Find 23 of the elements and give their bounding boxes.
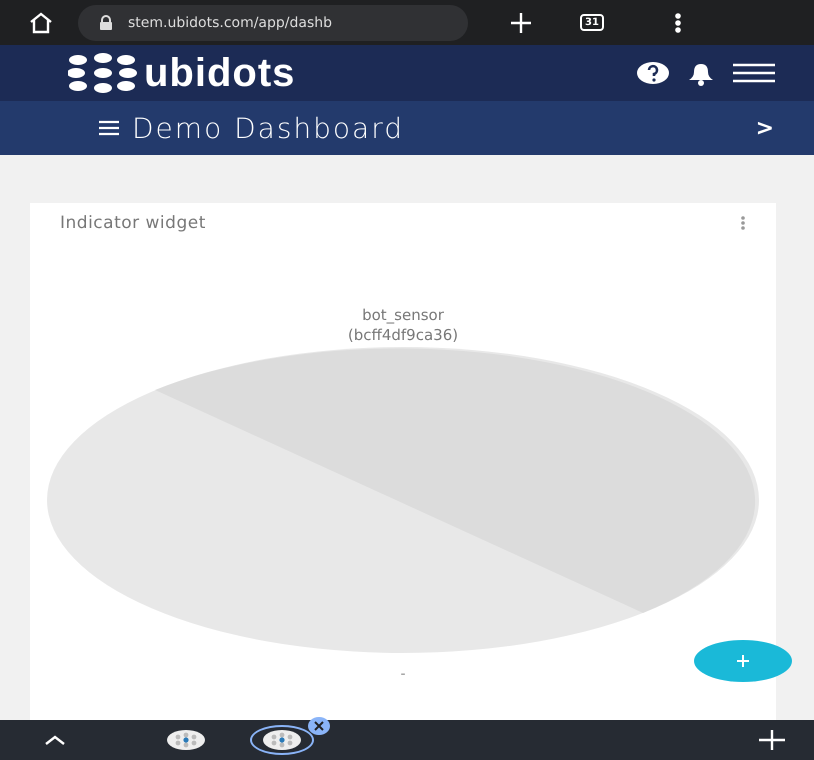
menu-icon[interactable] — [98, 120, 120, 136]
lock-icon — [98, 14, 114, 30]
device-id: (bcff4df9ca36) — [348, 325, 458, 345]
indicator-value: - — [400, 666, 406, 682]
widget-title: Indicator widget — [60, 213, 206, 233]
menu-icon[interactable] — [732, 63, 776, 83]
variable-name: bot_sensor — [362, 305, 444, 325]
more-icon[interactable] — [674, 12, 682, 34]
dots-icon — [166, 729, 206, 751]
home-icon[interactable] — [28, 12, 54, 34]
new-tab-icon[interactable] — [758, 729, 786, 751]
logo-icon — [68, 52, 138, 94]
next-button[interactable]: > — [756, 116, 774, 140]
address-bar[interactable]: stem.ubidots.com/app/dashb — [78, 4, 468, 40]
plus-icon — [736, 654, 750, 668]
logo-text: ubidots — [144, 50, 296, 96]
dashboard-title: Demo Dashboard — [132, 112, 406, 144]
browser-tab[interactable] — [250, 725, 314, 755]
help-icon[interactable] — [636, 61, 670, 85]
close-icon[interactable] — [308, 717, 330, 735]
chevron-up-icon[interactable] — [44, 734, 66, 746]
dots-icon — [262, 729, 302, 751]
tab-count[interactable]: 31 — [580, 14, 604, 31]
